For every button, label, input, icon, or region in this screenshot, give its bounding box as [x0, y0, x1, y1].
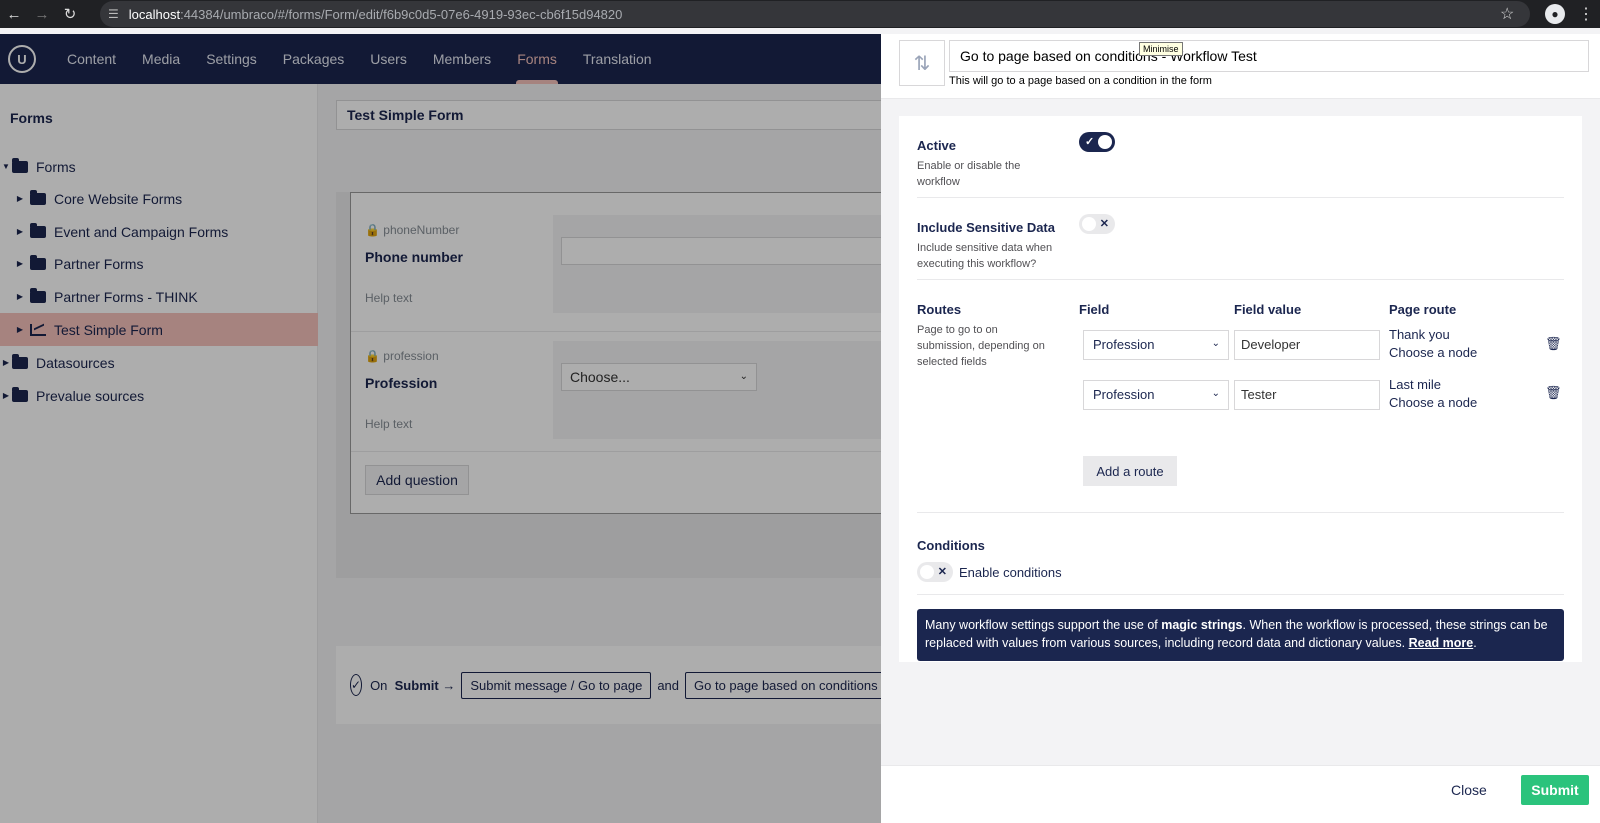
- workflow-description: This will go to a page based on a condit…: [949, 75, 1212, 87]
- route-field-select[interactable]: Profession ⌄: [1083, 330, 1229, 360]
- check-icon: ✓: [1085, 136, 1095, 148]
- magic-strings-info: Many workflow settings support the use o…: [917, 609, 1564, 661]
- route-value-input[interactable]: Developer: [1234, 330, 1380, 360]
- browser-toolbar: ← → ↻ ☰ localhost:44384/umbraco/#/forms/…: [0, 0, 1600, 28]
- route-page-name: Last mile: [1389, 377, 1442, 392]
- minimise-tooltip: Minimise: [1139, 42, 1183, 56]
- bookmark-star-icon[interactable]: ☆: [1500, 0, 1514, 28]
- col-field-value: Field value: [1234, 302, 1302, 317]
- col-page-route: Page route: [1389, 302, 1457, 317]
- workflow-panel: ⇅ Go to page based on conditions - Workf…: [881, 34, 1600, 823]
- submit-button[interactable]: Submit: [1521, 775, 1589, 805]
- routes-desc: Page to go to on submission, depending o…: [917, 324, 1045, 368]
- site-settings-icon[interactable]: ☰: [108, 7, 119, 21]
- divider: [917, 279, 1564, 280]
- sensitive-data-toggle[interactable]: ✕: [1079, 214, 1115, 234]
- panel-body: Active Enable or disable the workflow ✓ …: [899, 116, 1582, 662]
- active-label: Active: [917, 138, 957, 153]
- workflow-name-input[interactable]: Go to page based on conditions - Workflo…: [949, 40, 1589, 72]
- sensitive-label: Include Sensitive Data: [917, 220, 1055, 235]
- routes-label: Routes: [917, 302, 962, 317]
- trash-icon[interactable]: 🗑: [1545, 385, 1562, 401]
- active-toggle[interactable]: ✓: [1079, 132, 1115, 152]
- close-button[interactable]: Close: [1451, 776, 1487, 804]
- address-bar[interactable]: ☰ localhost:44384/umbraco/#/forms/Form/e…: [100, 1, 1530, 27]
- conditions-label: Conditions: [917, 538, 985, 553]
- profile-icon[interactable]: ●: [1545, 4, 1565, 24]
- add-route-button[interactable]: Add a route: [1083, 456, 1177, 486]
- choose-node-link[interactable]: Choose a node: [1389, 394, 1477, 412]
- chevron-down-icon: ⌄: [1211, 338, 1220, 349]
- col-field: Field: [1079, 302, 1110, 317]
- divider: [917, 594, 1564, 595]
- choose-node-link[interactable]: Choose a node: [1389, 344, 1477, 362]
- enable-conditions-label: Enable conditions: [959, 565, 1062, 580]
- close-icon: ✕: [1099, 218, 1109, 230]
- back-icon[interactable]: ←: [0, 0, 28, 28]
- divider: [917, 512, 1564, 513]
- route-page: Thank you Choose a node: [1389, 326, 1477, 362]
- sensitive-desc: Include sensitive data when executing th…: [917, 242, 1053, 270]
- conditions-toggle[interactable]: ✕: [917, 562, 953, 582]
- route-value-input[interactable]: Tester: [1234, 380, 1380, 410]
- divider: [917, 197, 1564, 198]
- route-field-select[interactable]: Profession ⌄: [1083, 380, 1229, 410]
- chevron-down-icon: ⌄: [1211, 388, 1220, 399]
- route-page-name: Thank you: [1389, 327, 1450, 342]
- panel-footer: Close Submit: [881, 765, 1600, 823]
- forward-icon[interactable]: →: [28, 0, 56, 28]
- route-page: Last mile Choose a node: [1389, 376, 1477, 412]
- url-host: localhost: [128, 6, 181, 22]
- url-path: :44384/umbraco/#/forms/Form/edit/f6b9c0d…: [180, 6, 623, 22]
- close-icon: ✕: [937, 566, 947, 578]
- active-desc: Enable or disable the workflow: [917, 160, 1021, 188]
- workflow-type-icon[interactable]: ⇅: [899, 40, 945, 86]
- reload-icon[interactable]: ↻: [56, 0, 84, 28]
- panel-header: ⇅ Go to page based on conditions - Workf…: [881, 34, 1600, 99]
- modal-overlay[interactable]: [0, 34, 881, 823]
- browser-menu-icon[interactable]: ⋮: [1578, 0, 1594, 28]
- read-more-link[interactable]: Read more: [1409, 636, 1474, 650]
- trash-icon[interactable]: 🗑: [1545, 336, 1562, 352]
